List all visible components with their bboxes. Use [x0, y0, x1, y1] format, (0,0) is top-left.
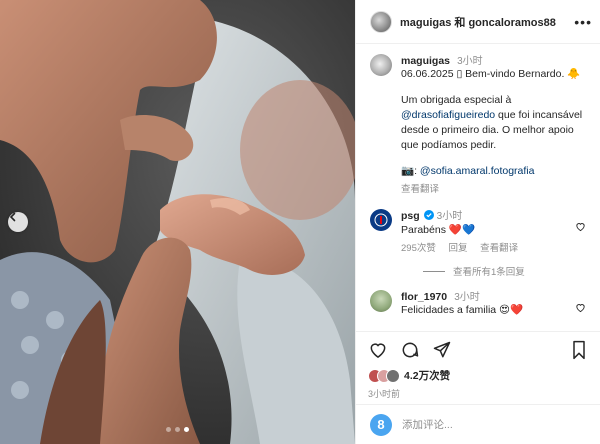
baby-hands-photo — [0, 0, 355, 444]
comment-username[interactable]: flor_1970 — [401, 291, 447, 303]
caption-username[interactable]: maguigas — [401, 55, 450, 67]
heart-icon — [575, 304, 586, 316]
more-options-button[interactable]: ••• — [574, 15, 592, 29]
slide-dot — [175, 427, 180, 432]
caption-avatar[interactable] — [370, 54, 392, 76]
add-comment-bar: 8 — [356, 404, 600, 444]
divider — [423, 270, 445, 272]
photo-credit-link[interactable]: @sofia.amaral.fotografia — [420, 165, 535, 177]
comment-like-button[interactable] — [575, 288, 586, 318]
caption-line-2: Um obrigada especial à @drasofiafigueire… — [401, 93, 586, 153]
comment-time: 3小时 — [436, 211, 463, 222]
caption-line-1: 06.06.2025 ▯ Bem-vindo Bernardo. 🐥 — [401, 68, 581, 80]
caption-text: Um obrigada especial à — [401, 94, 512, 106]
comment-item: psg 3小时 Parabéns ❤️💙 295次赞 回复 查看翻译 — [370, 207, 586, 254]
bookmark-icon[interactable] — [570, 340, 588, 363]
mention-link[interactable]: @drasofiafigueiredo — [401, 109, 495, 121]
author-avatar[interactable] — [370, 10, 392, 33]
caption: maguigas 3小时 06.06.2025 ▯ Bem-vindo Bern… — [370, 52, 586, 195]
reply-button[interactable]: 回复 — [449, 243, 468, 254]
avatar-letter: 8 — [377, 417, 385, 432]
comment-item: flor_1970 3小时 Felicidades a familia 😍❤️ — [370, 288, 586, 318]
heart-icon — [575, 223, 586, 235]
more-horizontal-icon: ••• — [574, 13, 592, 30]
slide-dot — [166, 427, 171, 432]
comment-username[interactable]: psg — [401, 210, 420, 222]
post-header: maguigas 和 goncaloramos88 ••• — [356, 0, 600, 44]
likes-summary[interactable]: 4.2万次赞 — [368, 368, 588, 383]
comments-section: maguigas 3小时 06.06.2025 ▯ Bem-vindo Bern… — [356, 44, 600, 331]
share-icon[interactable] — [432, 340, 452, 363]
caption-credit: 📷: @sofia.amaral.fotografia — [401, 164, 586, 179]
post-actions: 4.2万次赞 3小时前 — [356, 331, 600, 404]
slide-dot — [184, 427, 189, 432]
flor-avatar[interactable] — [370, 290, 392, 312]
view-replies-button[interactable]: 查看所有1条回复 — [423, 264, 586, 278]
translate-link[interactable]: 查看翻译 — [401, 184, 439, 195]
comment-text: Felicidades a familia 😍❤️ — [401, 304, 524, 316]
comment-like-button[interactable] — [575, 207, 586, 254]
psg-avatar[interactable] — [370, 209, 392, 231]
verified-badge-icon — [423, 210, 434, 223]
post-authors[interactable]: maguigas 和 goncaloramos88 — [400, 14, 556, 30]
comment-text: Parabéns ❤️💙 — [401, 224, 476, 236]
caption-translate[interactable]: 查看翻译 — [401, 181, 586, 195]
camera-emoji: 📷: — [401, 165, 420, 177]
liker-avatar — [386, 368, 400, 383]
psg-logo-icon — [374, 213, 388, 227]
post-side-panel: maguigas 和 goncaloramos88 ••• maguigas 3… — [355, 0, 600, 444]
comment-icon[interactable] — [400, 340, 420, 363]
caption-time: 3小时 — [457, 56, 483, 67]
posted-time: 3小时前 — [368, 389, 401, 399]
likes-count[interactable]: 4.2万次赞 — [404, 368, 450, 383]
translate-link[interactable]: 查看翻译 — [480, 243, 518, 254]
previous-slide-button[interactable] — [8, 212, 28, 232]
comment-likes[interactable]: 295次赞 — [401, 243, 436, 254]
post-photo[interactable] — [0, 0, 355, 444]
view-replies-label: 查看所有1条回复 — [453, 267, 525, 278]
instagram-post-modal: maguigas 和 goncaloramos88 ••• maguigas 3… — [0, 0, 600, 444]
comment-time: 3小时 — [454, 292, 480, 303]
slide-indicator — [0, 427, 355, 432]
comment-input[interactable] — [402, 418, 586, 431]
heart-icon[interactable] — [368, 340, 388, 363]
current-user-avatar: 8 — [370, 413, 392, 436]
